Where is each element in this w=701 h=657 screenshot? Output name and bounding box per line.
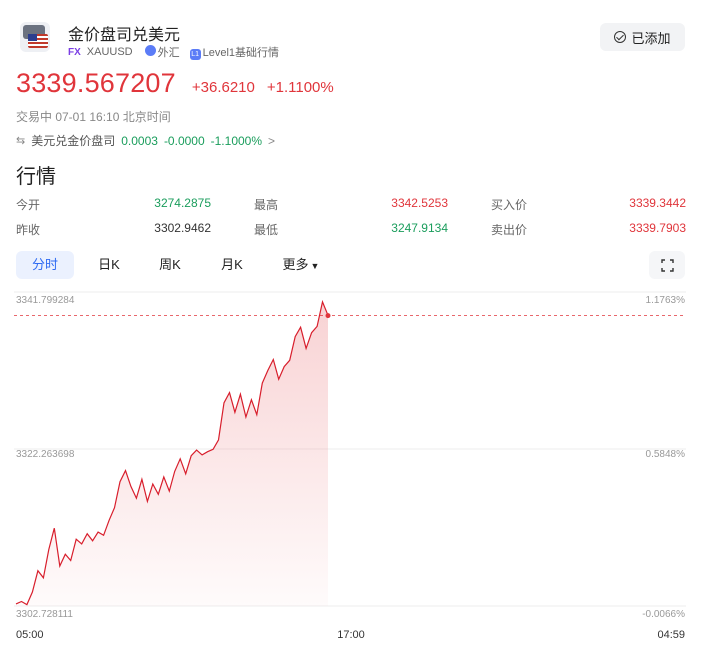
tab-weekly-k[interactable]: 周K bbox=[141, 251, 199, 279]
market-label: 外汇 bbox=[157, 47, 180, 59]
chevron-down-icon: ▼ bbox=[310, 261, 320, 271]
price-change-pct: +1.1100% bbox=[266, 79, 334, 96]
open-value: 3274.2875 bbox=[154, 196, 211, 210]
y-left-tick: 3302.728111 bbox=[16, 609, 73, 620]
instrument-name: 金价盘司兑美元 bbox=[68, 27, 181, 44]
bid-value: 3339.3442 bbox=[629, 196, 686, 210]
x-tick: 17:00 bbox=[337, 629, 365, 641]
ask-value: 3339.7903 bbox=[629, 221, 686, 235]
chevron-right-icon: > bbox=[268, 133, 276, 148]
prev-close-value: 3302.9462 bbox=[154, 221, 211, 235]
related-name: 美元兑金价盘司 bbox=[31, 134, 116, 148]
related-change: -0.0000 bbox=[163, 133, 205, 148]
open-label: 今开 bbox=[16, 198, 41, 212]
fx-tag: FX bbox=[68, 46, 81, 58]
instrument-meta: FX XAUUSD 外汇 L1 Level1基础行情 bbox=[68, 44, 279, 60]
instrument-header: 金价盘司兑美元 FX XAUUSD 外汇 L1 Level1基础行情 已添加 bbox=[16, 14, 685, 64]
x-tick: 04:59 bbox=[657, 629, 685, 641]
y-left-tick: 3322.263698 bbox=[16, 449, 75, 460]
related-last: 0.0003 bbox=[121, 133, 158, 148]
intraday-chart[interactable]: 3341.799284 3322.263698 3302.728111 1.17… bbox=[0, 286, 701, 657]
fullscreen-icon bbox=[660, 258, 674, 272]
globe-icon bbox=[144, 45, 156, 56]
y-right-tick: -0.0066% bbox=[642, 609, 685, 620]
tab-daily-k[interactable]: 日K bbox=[80, 251, 138, 279]
trading-status: 交易中 07-01 16:10 北京时间 bbox=[16, 110, 171, 124]
section-title: 行情 bbox=[16, 166, 56, 188]
high-value: 3342.5253 bbox=[391, 196, 448, 210]
quote-table: 今开 3274.2875 最高 3342.5253 买入价 3339.3442 … bbox=[16, 196, 686, 246]
low-label: 最低 bbox=[254, 223, 279, 237]
instrument-code: XAUUSD bbox=[86, 46, 133, 58]
x-tick: 05:00 bbox=[16, 629, 44, 641]
check-circle-icon bbox=[614, 31, 627, 43]
tab-monthly-k[interactable]: 月K bbox=[203, 251, 261, 279]
added-watchlist-button[interactable]: 已添加 bbox=[600, 23, 685, 51]
related-change-pct: -1.1000% bbox=[210, 133, 263, 148]
tab-more[interactable]: 更多 ▼ bbox=[270, 251, 332, 279]
prev-close-label: 昨收 bbox=[16, 223, 41, 237]
quote-row: 昨收 3302.9462 最低 3247.9134 卖出价 3339.7903 bbox=[16, 221, 686, 246]
period-tabs: 分时 日K 周K 月K 更多 ▼ bbox=[16, 251, 685, 279]
ask-label: 卖出价 bbox=[491, 223, 528, 237]
y-left-tick: 3341.799284 bbox=[16, 295, 75, 306]
bid-label: 买入价 bbox=[491, 198, 528, 212]
low-value: 3247.9134 bbox=[391, 221, 448, 235]
last-price: 3339.567207 bbox=[16, 68, 176, 98]
y-right-tick: 0.5848% bbox=[646, 449, 686, 460]
y-right-tick: 1.1763% bbox=[646, 295, 686, 306]
added-label: 已添加 bbox=[631, 30, 671, 46]
gold-usd-flag-icon bbox=[20, 22, 50, 52]
level-icon: L1 bbox=[189, 49, 201, 60]
fullscreen-button[interactable] bbox=[649, 251, 685, 279]
price-change: +36.6210 bbox=[191, 79, 255, 96]
price-row: 3339.567207 +36.6210 +1.1100% bbox=[16, 68, 334, 99]
swap-icon: ⇆ bbox=[16, 135, 26, 147]
related-instrument-link[interactable]: ⇆ 美元兑金价盘司 0.0003 -0.0000 -1.1000% > bbox=[16, 132, 275, 149]
high-label: 最高 bbox=[254, 198, 279, 212]
quote-row: 今开 3274.2875 最高 3342.5253 买入价 3339.3442 bbox=[16, 196, 686, 221]
tab-more-label: 更多 bbox=[282, 257, 309, 272]
tab-intraday[interactable]: 分时 bbox=[16, 251, 74, 279]
level-label[interactable]: Level1基础行情 bbox=[203, 47, 279, 59]
last-price-dot bbox=[325, 313, 331, 319]
